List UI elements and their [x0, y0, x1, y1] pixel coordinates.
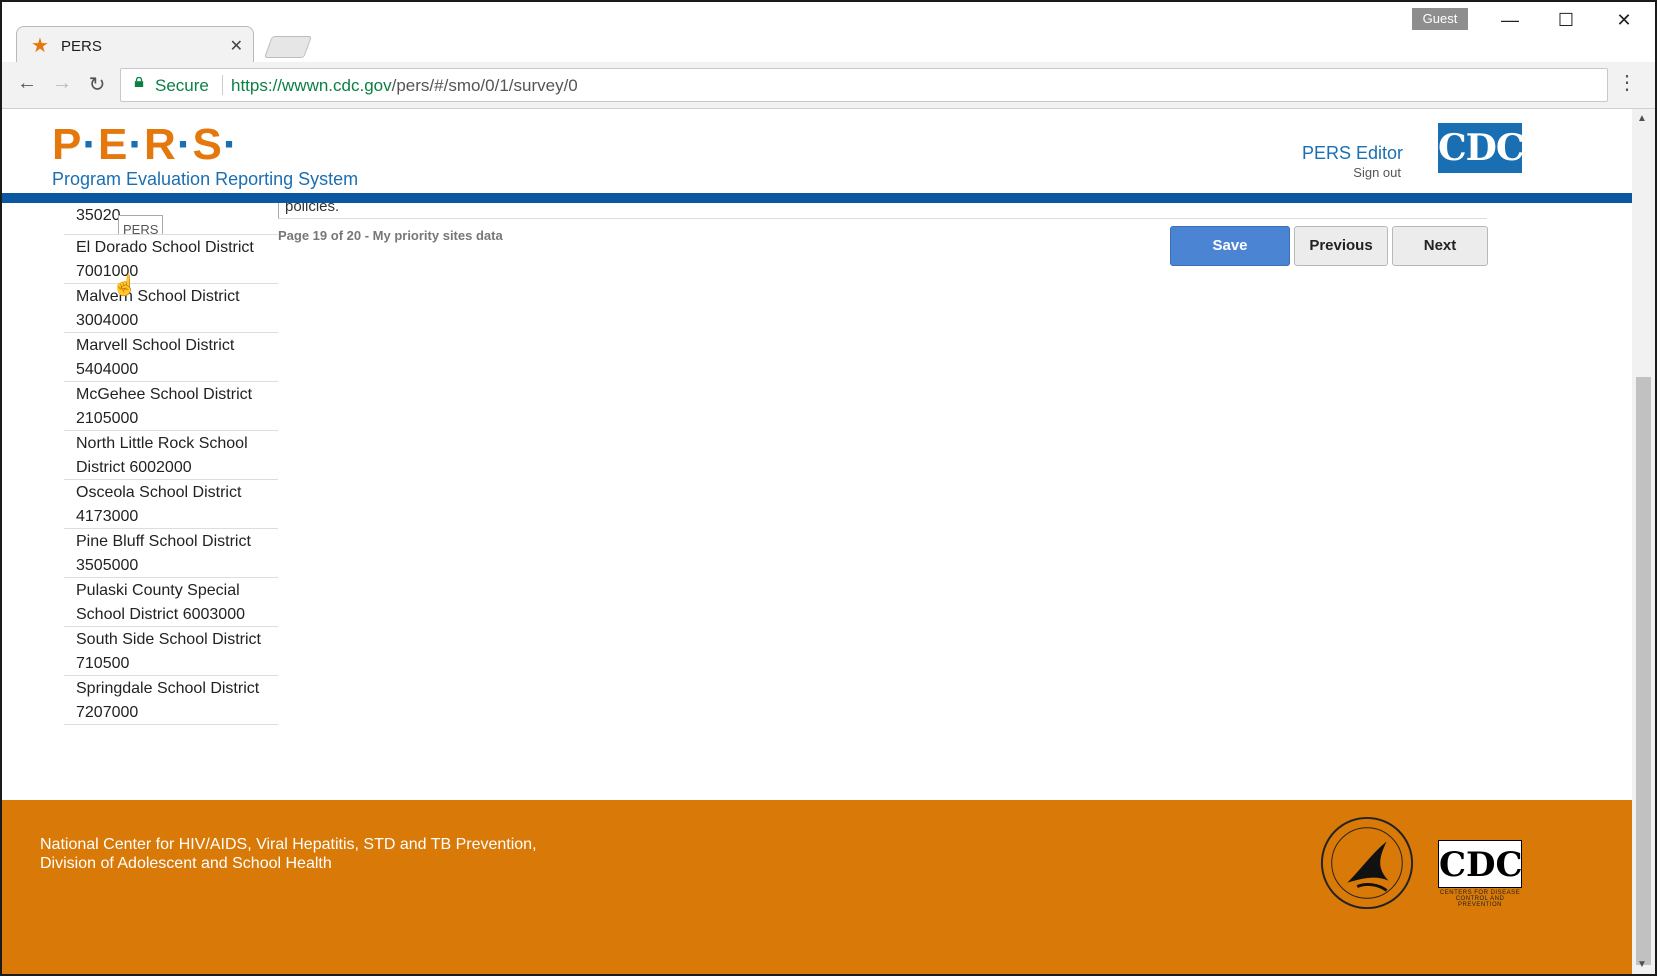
logo-letter: E [98, 120, 129, 169]
omnibox-divider [222, 75, 223, 95]
tooltip: PERS [118, 215, 164, 234]
list-item-label: South Side School District 710500 [76, 631, 261, 672]
url-host: https://wwwn.cdc.gov [231, 76, 392, 95]
list-item[interactable]: Pulaski County Special School District 6… [64, 578, 278, 627]
user-role: PERS Editor [1302, 143, 1404, 163]
footer-text: National Center for HIV/AIDS, Viral Hepa… [40, 835, 537, 873]
logo-subtitle: Program Evaluation Reporting System [52, 169, 359, 189]
browser-toolbar: ← → ↻ Secure https://wwwn.cdc.gov/pers/#… [2, 62, 1655, 109]
logo-letter: R [144, 120, 177, 169]
site-list: 35020 PERS El Dorado School District 700… [64, 203, 278, 725]
save-button[interactable]: Save [1170, 226, 1290, 266]
list-item-label: Pulaski County Special School District 6… [76, 582, 245, 623]
list-item[interactable]: South Side School District 710500 [64, 627, 278, 676]
browser-window: ★ PERS ✕ Guest — ☐ ✕ ← → ↻ Secure https:… [0, 0, 1657, 976]
address-bar[interactable]: Secure https://wwwn.cdc.gov/pers/#/smo/0… [120, 68, 1608, 102]
scrollbar-thumb[interactable] [1636, 377, 1651, 965]
close-tab-icon[interactable]: ✕ [230, 36, 243, 56]
forward-icon[interactable]: → [49, 72, 75, 95]
logo-dot: · [176, 120, 193, 169]
logo-dot: · [128, 120, 145, 169]
pers-logo[interactable]: P·E·R·S· Program Evaluation Reporting Sy… [52, 123, 358, 190]
list-item[interactable]: 35020 PERS [64, 203, 278, 235]
header-divider [2, 193, 1632, 203]
logo-dot: · [82, 120, 99, 169]
footer-line-1: National Center for HIV/AIDS, Viral Hepa… [40, 836, 537, 853]
footer: National Center for HIV/AIDS, Viral Hepa… [2, 800, 1632, 974]
list-item-label: Osceola School District 4173000 [76, 484, 242, 525]
tab-title: PERS [61, 38, 102, 55]
list-item[interactable]: Malvern School District 3004000 [64, 284, 278, 333]
list-item[interactable]: Pine Bluff School District 3505000 [64, 529, 278, 578]
url-text[interactable]: https://wwwn.cdc.gov/pers/#/smo/0/1/surv… [231, 76, 578, 96]
tab-strip: ★ PERS ✕ Guest — ☐ ✕ [2, 2, 1655, 65]
logo-letter: S [192, 120, 223, 169]
list-item[interactable]: Osceola School District 4173000 [64, 480, 278, 529]
list-item-label: El Dorado School District 7001000 [76, 239, 254, 280]
browser-tab[interactable]: ★ PERS ✕ [16, 26, 254, 65]
logo-letter: P [52, 120, 83, 169]
footer-line-2: Division of Adolescent and School Health [40, 855, 332, 872]
next-button[interactable]: Next [1392, 226, 1488, 266]
logo-letters: P·E·R·S· [52, 123, 358, 167]
list-item[interactable]: Marvell School District 5404000 [64, 333, 278, 382]
minimize-icon[interactable]: — [1487, 10, 1533, 31]
list-item[interactable]: El Dorado School District 7001000 [64, 235, 278, 284]
list-item[interactable]: Springdale School District 7207000 [64, 676, 278, 725]
maximize-icon[interactable]: ☐ [1543, 10, 1589, 31]
star-icon: ★ [31, 35, 49, 57]
cdc-footer-tagline: CENTERS FOR DISEASE CONTROL AND PREVENTI… [1439, 890, 1521, 908]
mouse-cursor-icon: ☝ [112, 275, 137, 297]
scroll-up-icon[interactable]: ▲ [1637, 113, 1647, 124]
page-scrollbar[interactable]: ▲ ▼ [1632, 109, 1655, 974]
logo-dot: · [222, 120, 239, 169]
new-tab-button[interactable] [263, 36, 313, 58]
list-item-label: Malvern School District 3004000 [76, 288, 240, 329]
hhs-seal-icon[interactable] [1318, 814, 1416, 912]
list-item[interactable]: North Little Rock School District 600200… [64, 431, 278, 480]
secure-label: Secure [155, 76, 209, 95]
reload-icon[interactable]: ↻ [84, 72, 110, 97]
list-item-label: Springdale School District 7207000 [76, 680, 260, 721]
back-icon[interactable]: ← [14, 72, 40, 95]
profile-badge[interactable]: Guest [1412, 8, 1468, 30]
list-item-label: North Little Rock School District 600200… [76, 435, 248, 476]
page-indicator: Page 19 of 20 - My priority sites data [278, 228, 503, 243]
cdc-footer-logo[interactable]: CDC CENTERS FOR DISEASE CONTROL AND PREV… [1438, 840, 1523, 908]
close-window-icon[interactable]: ✕ [1601, 10, 1647, 31]
menu-icon[interactable]: ⋮ [1617, 70, 1637, 95]
list-item-label: Marvell School District 5404000 [76, 337, 235, 378]
list-item-label: 35020 [76, 207, 121, 224]
list-item-label: McGehee School District 2105000 [76, 386, 253, 427]
cdc-footer-logo-text: CDC [1438, 840, 1523, 888]
previous-button[interactable]: Previous [1294, 226, 1388, 266]
url-path: /pers/#/smo/0/1/survey/0 [391, 76, 578, 95]
cdc-logo[interactable]: CDC [1438, 123, 1525, 173]
list-item-label: Pine Bluff School District 3505000 [76, 533, 251, 574]
sign-out-link[interactable]: Sign out [1332, 165, 1401, 180]
web-page: P·E·R·S· Program Evaluation Reporting Sy… [2, 109, 1632, 974]
scroll-down-icon[interactable]: ▼ [1637, 959, 1647, 970]
list-item[interactable]: McGehee School District 2105000 [64, 382, 278, 431]
lock-icon [134, 77, 144, 87]
